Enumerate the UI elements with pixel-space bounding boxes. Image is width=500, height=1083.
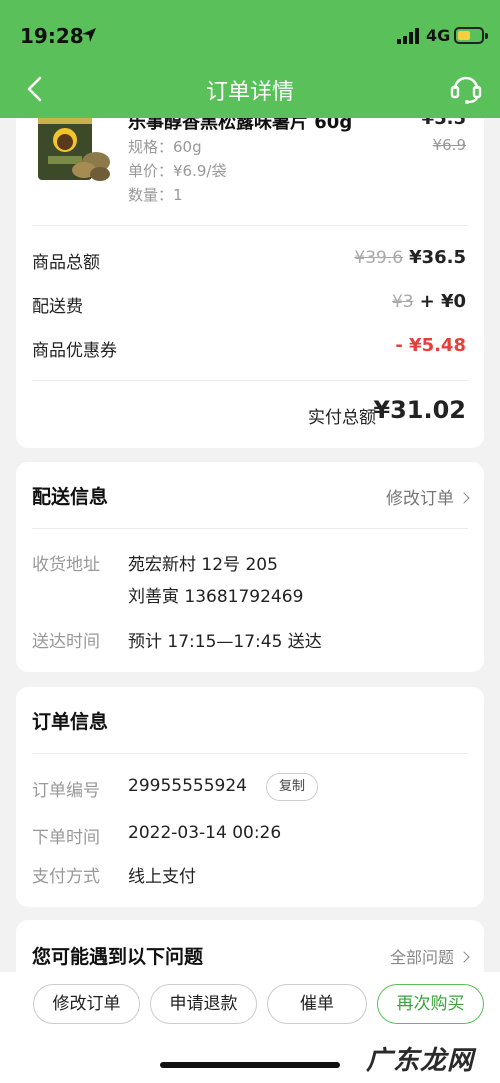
divider (32, 528, 468, 529)
all-questions-link[interactable]: 全部问题 (389, 944, 470, 968)
order-summary-card: 乐事醇香黑松露味薯片 60g ¥5.5 ¥6.9 规格：60g 单价：¥6.9/… (16, 100, 484, 448)
coupon-value: - ¥5.48 (395, 335, 466, 356)
watermark: 广东龙网 (366, 1046, 475, 1076)
chevron-right-icon (458, 492, 470, 504)
status-time: 19:28 (20, 24, 84, 48)
delivery-fee: + ¥0 (419, 291, 466, 312)
location-arrow-icon (82, 28, 96, 42)
payment-method-label: 支付方式 (32, 867, 100, 887)
paid-total-label: 实付总额 (308, 408, 376, 428)
delivery-info-title: 配送信息 (32, 486, 109, 508)
customer-service-icon[interactable] (448, 70, 484, 106)
request-refund-button[interactable]: 申请退款 (150, 984, 257, 1024)
order-time-label: 下单时间 (32, 828, 100, 848)
product-image[interactable] (34, 110, 114, 188)
product-quantity: 数量：1 (128, 186, 183, 204)
paid-total: ¥31.02 (373, 396, 466, 424)
urge-order-button[interactable]: 催单 (267, 984, 367, 1024)
order-info-title: 订单信息 (32, 711, 109, 733)
modify-order-link[interactable]: 修改订单 (386, 484, 470, 509)
chevron-right-icon (458, 951, 470, 963)
delivery-fee-original: ¥3 (391, 292, 414, 312)
order-info-card: 订单信息 订单编号 29955555924 复制 下单时间 2022-03-14… (16, 687, 484, 907)
all-questions-label: 全部问题 (389, 948, 454, 967)
copy-button[interactable]: 复制 (266, 773, 318, 801)
buy-again-button[interactable]: 再次购买 (377, 984, 484, 1024)
divider (32, 753, 468, 754)
address-label: 收货地址 (32, 555, 100, 575)
divider (32, 225, 468, 226)
order-time-value: 2022-03-14 00:26 (128, 823, 282, 843)
bottom-action-bar: 修改订单 申请退款 催单 再次购买 广东龙网 (0, 972, 500, 1083)
order-number-label: 订单编号 (32, 781, 100, 801)
goods-total-original: ¥39.6 (354, 248, 404, 268)
delivery-fee-value: ¥3 + ¥0 (392, 291, 466, 312)
payment-method-value: 线上支付 (128, 867, 196, 887)
contact-value: 刘善寅 13681792469 (128, 587, 304, 607)
nav-bar: 订单详情 (0, 60, 500, 118)
product-spec: 规格：60g (128, 138, 202, 156)
delivery-info-card: 配送信息 修改订单 收货地址 苑宏新村 12号 205 刘善寅 13681792… (16, 462, 484, 672)
product-original-price: ¥6.9 (432, 136, 466, 154)
faq-title: 您可能遇到以下问题 (32, 946, 204, 968)
page-title: 订单详情 (205, 80, 294, 105)
goods-total-value: ¥39.6 ¥36.5 (354, 247, 466, 268)
order-number-value: 29955555924 (128, 776, 247, 796)
top-bar: 19:28 4G 订单详情 (0, 0, 500, 118)
faq-card: 您可能遇到以下问题 全部问题 (16, 920, 484, 980)
goods-total-label: 商品总额 (32, 253, 100, 273)
modify-order-button[interactable]: 修改订单 (33, 984, 140, 1024)
battery-icon (454, 27, 488, 44)
divider (32, 380, 468, 381)
coupon-label: 商品优惠券 (32, 341, 117, 361)
network-type: 4G (426, 26, 451, 45)
goods-total: ¥36.5 (409, 247, 466, 268)
product-unit-price: 单价：¥6.9/袋 (128, 162, 227, 180)
delivery-time-label: 送达时间 (32, 632, 100, 652)
address-value: 苑宏新村 12号 205 (128, 555, 278, 575)
signal-icon (397, 28, 419, 44)
delivery-fee-label: 配送费 (32, 297, 83, 317)
home-indicator[interactable] (160, 1062, 340, 1068)
delivery-time-value: 预计 17:15—17:45 送达 (128, 632, 322, 652)
modify-order-link-label: 修改订单 (386, 489, 454, 509)
